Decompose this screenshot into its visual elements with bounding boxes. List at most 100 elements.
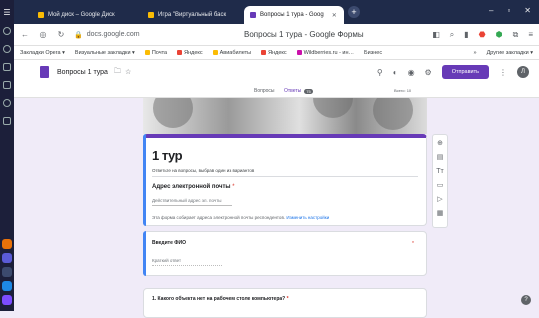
bookmark-favicon-icon: [177, 50, 182, 55]
addons-icon[interactable]: ⚲: [377, 68, 383, 77]
clock-icon[interactable]: [3, 45, 11, 53]
browser-tab-strip: Мой диск – Google Диск Игра "Виртуальный…: [14, 0, 539, 24]
play-app-icon[interactable]: [2, 281, 12, 291]
bookmark-label: Почта: [152, 50, 167, 56]
tab-forms[interactable]: Вопросы 1 тура - Goog ✕: [244, 6, 344, 24]
bookmark-label: »: [474, 50, 477, 56]
bookmark-item[interactable]: Авиабилеты: [213, 50, 252, 56]
bookmark-item[interactable]: Закладки Opera ▾: [20, 50, 65, 56]
bookmark-item[interactable]: Визуальные закладки ▾: [75, 50, 135, 56]
add-video-icon[interactable]: ▷: [435, 195, 445, 204]
question-toolbar: ⊕ ▤ Tт ▭ ▷ ▦: [432, 134, 448, 228]
add-section-icon[interactable]: ▦: [435, 209, 445, 218]
question-title[interactable]: 1. Какого объекта нет на рабочем столе к…: [152, 296, 289, 302]
tab-game[interactable]: Игра "Виртуальный баск: [142, 6, 242, 24]
close-window-icon[interactable]: ✕: [524, 6, 531, 15]
bookmark-item[interactable]: Другие закладки ▾: [487, 50, 533, 56]
add-question-icon[interactable]: ⊕: [435, 139, 445, 148]
menu-icon[interactable]: ☰: [3, 8, 10, 17]
question-card-fio[interactable]: Введите ФИО * Краткий ответ: [143, 231, 427, 276]
bookmark-label: Бизнес: [364, 50, 382, 56]
bookmark-favicon-icon: [261, 50, 266, 55]
bookmark-item[interactable]: Яндекс: [261, 50, 287, 56]
maximize-icon[interactable]: ▫: [507, 6, 510, 15]
bookmark-item[interactable]: »: [474, 50, 477, 56]
search-icon[interactable]: ⌕: [450, 30, 454, 40]
bookmark-label: Яндекс: [184, 50, 203, 56]
add-app-icon[interactable]: [2, 267, 12, 277]
page-title: Вопросы 1 тура - Google Формы: [244, 30, 364, 39]
help-icon[interactable]: ?: [521, 295, 531, 305]
extensions-icon[interactable]: ⧉: [513, 30, 519, 40]
email-label: Адрес электронной почты: [152, 184, 231, 190]
form-header-card[interactable]: 1 тур Ответьте на вопросы, выбрав один и…: [143, 134, 427, 226]
back-icon[interactable]: ←: [20, 30, 30, 39]
star-icon[interactable]: [3, 63, 11, 71]
send-button[interactable]: Отправить: [442, 65, 489, 79]
minimize-icon[interactable]: –: [489, 6, 493, 15]
bookmark-item[interactable]: Яндекс: [177, 50, 203, 56]
drive-favicon-icon: [38, 12, 44, 18]
vpn-icon[interactable]: ⬢: [496, 30, 503, 39]
answers-count-badge: 75: [304, 89, 312, 94]
folder-icon[interactable]: 🗀: [114, 67, 121, 78]
change-settings-link[interactable]: Изменить настройки: [286, 215, 329, 220]
bookmark-item[interactable]: Почта: [145, 50, 167, 56]
tab-label: Вопросы 1 тура - Goog: [260, 12, 324, 18]
add-image-icon[interactable]: ▭: [435, 181, 445, 190]
avatar[interactable]: Л: [517, 66, 529, 78]
bookmark-label: Закладки Opera ▾: [20, 50, 65, 56]
circle-app-icon[interactable]: [2, 295, 12, 305]
mail-app-icon[interactable]: [2, 239, 12, 249]
adblock-icon[interactable]: ⬣: [479, 30, 486, 39]
bookmark-favicon-icon: [213, 50, 218, 55]
tab-google-drive[interactable]: Мой диск – Google Диск: [32, 6, 140, 24]
new-tab-button[interactable]: +: [348, 6, 360, 18]
window-controls: – ▫ ✕: [489, 6, 531, 15]
player-icon[interactable]: [3, 99, 11, 107]
camera-icon[interactable]: ◧: [432, 30, 440, 39]
palette-icon[interactable]: ◐: [393, 68, 398, 77]
form-heading[interactable]: 1 тур: [152, 148, 182, 163]
bookmark-item[interactable]: Бизнес: [364, 50, 382, 56]
import-questions-icon[interactable]: ▤: [435, 153, 445, 162]
extensions-icon[interactable]: [3, 117, 11, 125]
home-icon[interactable]: [3, 27, 11, 35]
preview-icon[interactable]: ◉: [408, 68, 415, 77]
os-taskbar: ☰: [0, 0, 14, 311]
header-image: [143, 98, 427, 134]
forms-logo-icon[interactable]: [40, 66, 49, 78]
tab-questions[interactable]: Вопросы: [254, 88, 274, 94]
email-field: Действительный адрес эл. почты: [152, 198, 232, 206]
required-mark: *: [412, 241, 414, 247]
bookmark-label: Wildberries.ru - ин…: [304, 50, 354, 56]
divider: [152, 176, 418, 177]
forms-header: Вопросы 1 тура 🗀 ☆ ⚲ ◐ ◉ ⚙ Отправить ⋮ Л: [14, 60, 539, 84]
forms-actions: ⚲ ◐ ◉ ⚙ Отправить ⋮ Л: [377, 65, 529, 79]
close-tab-icon[interactable]: ✕: [332, 12, 337, 19]
short-answer-field: Краткий ответ: [152, 258, 222, 266]
email-note: Эта форма собирает адреса электронной по…: [152, 215, 329, 220]
add-title-icon[interactable]: Tт: [435, 167, 445, 176]
url-field[interactable]: 🔒 docs.google.com: [74, 31, 140, 39]
star-icon[interactable]: ☆: [125, 68, 131, 76]
tab-label: Игра "Виртуальный баск: [158, 12, 226, 18]
reload-icon[interactable]: ↻: [56, 30, 66, 39]
shield-icon[interactable]: ◎: [38, 30, 48, 39]
question-card-1[interactable]: 1. Какого объекта нет на рабочем столе к…: [143, 288, 427, 318]
form-title[interactable]: Вопросы 1 тура: [57, 69, 108, 76]
browser-app-icon[interactable]: [2, 253, 12, 263]
bookmark-favicon-icon: [145, 50, 150, 55]
bookmark-item[interactable]: Wildberries.ru - ин…: [297, 50, 354, 56]
more-icon[interactable]: ⋮: [499, 68, 507, 77]
bookmark-icon[interactable]: ▮: [464, 30, 468, 39]
game-favicon-icon: [148, 12, 154, 18]
question-text: 1. Какого объекта нет на рабочем столе к…: [152, 296, 285, 302]
bookmark-label: Яндекс: [268, 50, 287, 56]
settings-icon[interactable]: ⚙: [425, 68, 432, 77]
menu-icon[interactable]: ≡: [528, 30, 533, 39]
form-description[interactable]: Ответьте на вопросы, выбрав один из вари…: [152, 168, 254, 173]
history-icon[interactable]: [3, 81, 11, 89]
tab-answers[interactable]: Ответы 75: [284, 88, 313, 94]
question-title[interactable]: Введите ФИО: [152, 240, 186, 246]
